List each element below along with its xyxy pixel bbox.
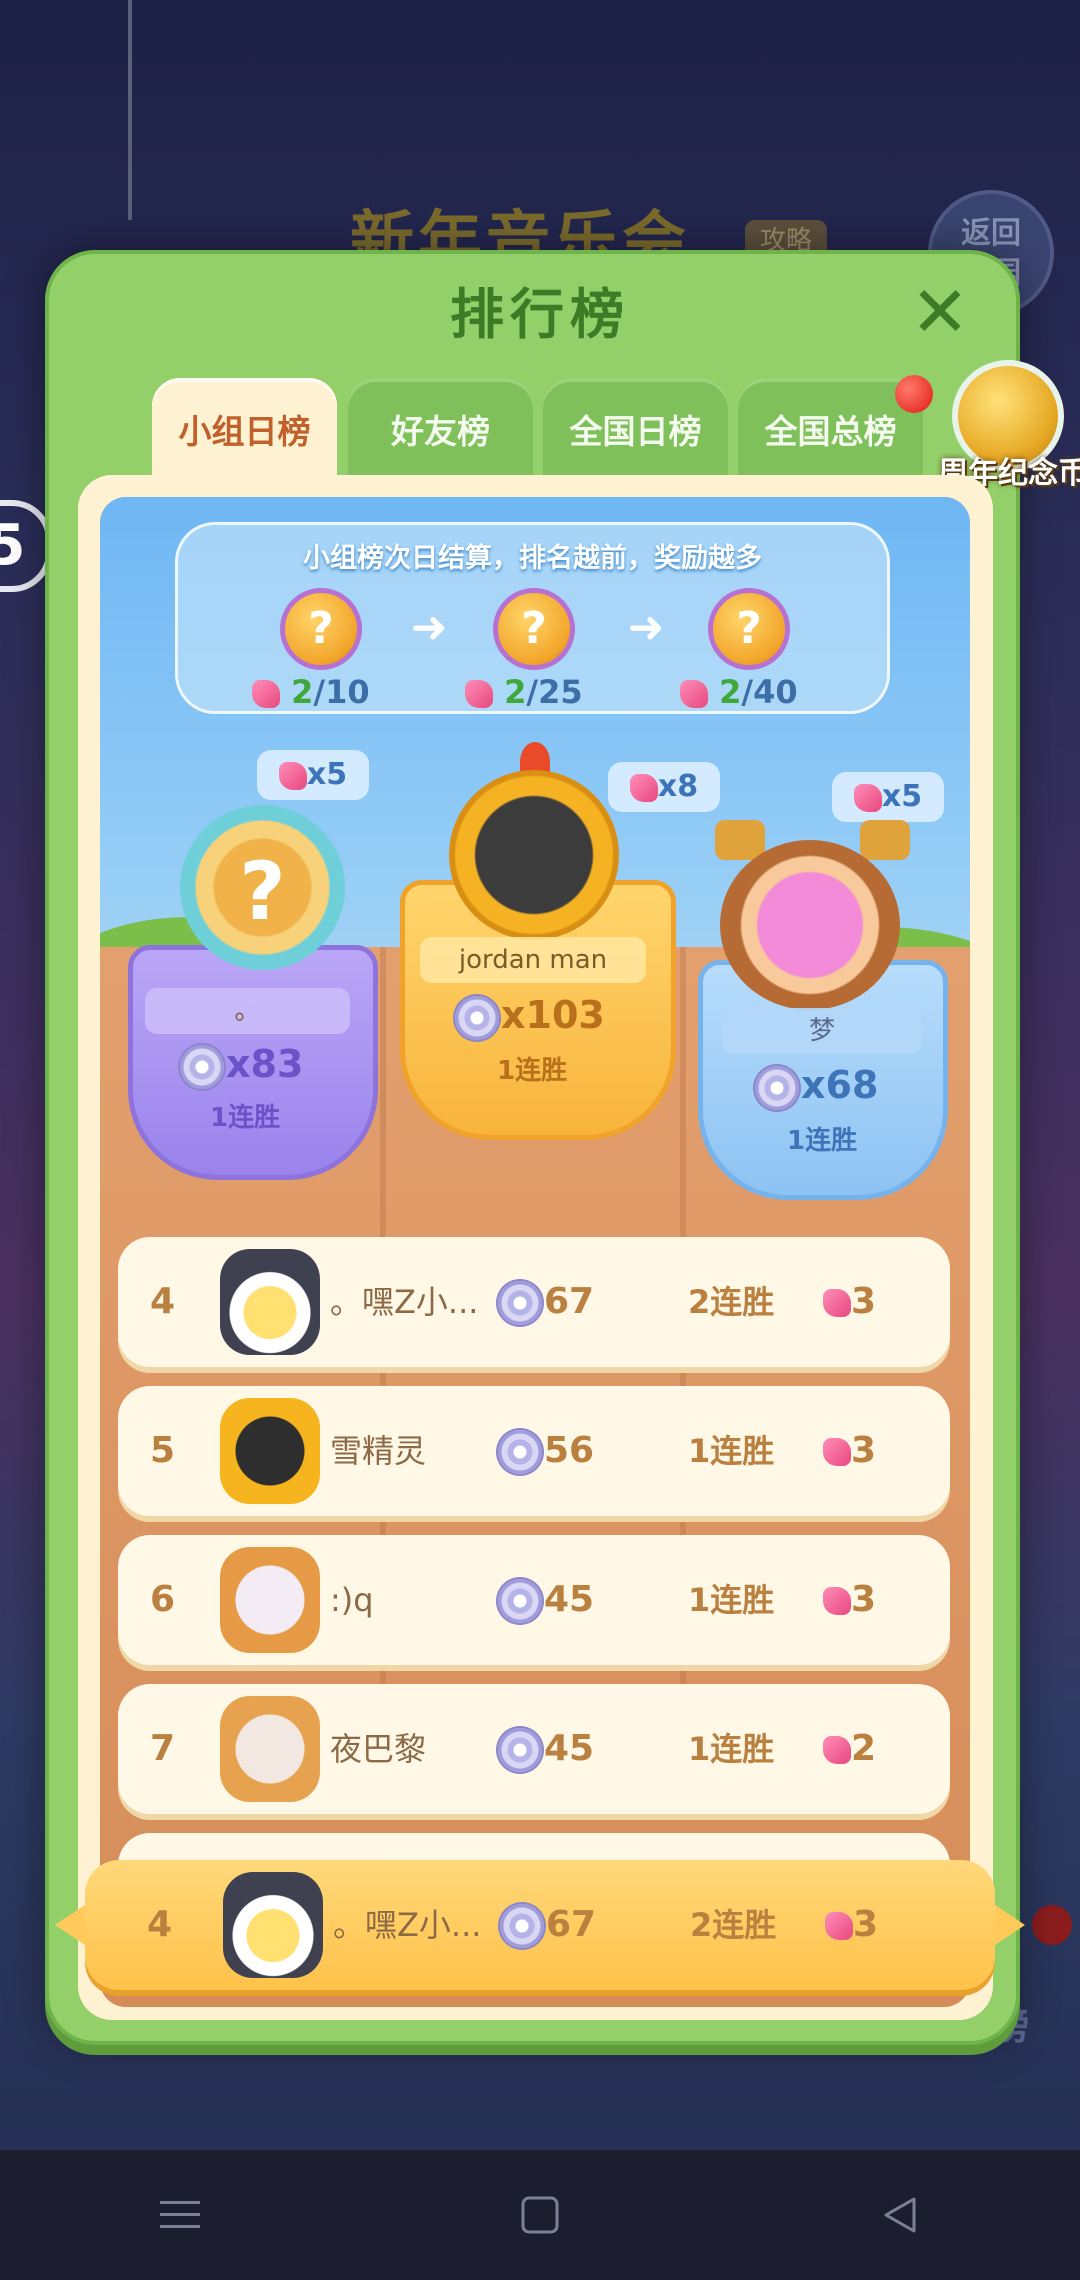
- row-streak: 1连胜: [688, 1581, 775, 1619]
- close-icon[interactable]: ✕: [908, 277, 972, 347]
- row-rank: 6: [150, 1579, 176, 1620]
- home-icon[interactable]: [500, 2175, 580, 2255]
- row-name: :)q: [330, 1581, 374, 1619]
- petal-icon: [465, 680, 493, 708]
- row-rank: 5: [150, 1430, 176, 1471]
- avatar-third[interactable]: [720, 840, 900, 1010]
- antler-decoration: [860, 820, 910, 860]
- system-nav-bar: [0, 2150, 1080, 2280]
- self-rank-row[interactable]: 4 。嘿Z小... 67 2连胜 3: [85, 1860, 995, 1990]
- disc-icon: [498, 1728, 542, 1772]
- disc-icon: [180, 1044, 224, 1089]
- disc-icon: [500, 1904, 544, 1948]
- disc-icon: [498, 1281, 542, 1325]
- self-row-tip: [995, 1905, 1025, 1945]
- row-streak: 1连胜: [688, 1730, 775, 1768]
- row-rank: 4: [147, 1904, 173, 1945]
- reward-bubble-first: x8: [608, 762, 720, 812]
- back-icon[interactable]: [860, 2175, 940, 2255]
- arrow-right-icon: ➜: [627, 602, 665, 653]
- mystery-reward-icon[interactable]: ?: [708, 588, 790, 670]
- name-first: jordan man: [420, 937, 646, 983]
- disc-icon: [755, 1065, 799, 1110]
- tab-friends[interactable]: 好友榜: [348, 378, 533, 478]
- avatar[interactable]: [220, 1398, 320, 1504]
- score-second: x83: [180, 1042, 303, 1089]
- notice-text: 小组榜次日结算，排名越前，奖励越多: [303, 543, 762, 574]
- row-streak: 1连胜: [688, 1432, 775, 1470]
- mystery-reward-icon[interactable]: ?: [493, 588, 575, 670]
- row-score: 45: [498, 1535, 594, 1665]
- antler-decoration: [715, 820, 765, 860]
- name-third: 梦: [722, 1008, 922, 1054]
- notification-dot: [1032, 1905, 1072, 1945]
- row-score: 67: [498, 1237, 594, 1367]
- reward-bubble-second: x5: [257, 750, 369, 800]
- reward-progress-3: 2/40: [680, 673, 798, 711]
- table-row[interactable]: 7 夜巴黎 45 1连胜 2: [118, 1684, 950, 1814]
- row-score: 56: [498, 1386, 594, 1516]
- table-row[interactable]: 6 :)q 45 1连胜 3: [118, 1535, 950, 1665]
- row-name: 。嘿Z小...: [330, 1283, 479, 1321]
- lamp-cord: [128, 0, 132, 220]
- petal-icon: [823, 1736, 851, 1764]
- petal-icon: [823, 1289, 851, 1317]
- table-row[interactable]: 5 雪精灵 56 1连胜 3: [118, 1386, 950, 1516]
- row-name: 雪精灵: [330, 1432, 427, 1470]
- disc-icon: [455, 995, 499, 1040]
- avatar[interactable]: [220, 1696, 320, 1802]
- row-rank: 4: [150, 1281, 176, 1322]
- mystery-reward-icon[interactable]: ?: [280, 588, 362, 670]
- row-streak: 2连胜: [688, 1283, 775, 1321]
- petal-icon: [629, 773, 658, 802]
- tab-group-daily[interactable]: 小组日榜: [152, 378, 337, 478]
- notification-dot: [895, 375, 933, 413]
- name-second: 。: [145, 988, 350, 1034]
- score-first: x103: [455, 993, 605, 1040]
- row-reward: 3: [823, 1535, 876, 1665]
- score-third: x68: [755, 1063, 878, 1110]
- petal-icon: [825, 1912, 853, 1940]
- menu-icon[interactable]: [140, 2175, 220, 2255]
- petal-icon: [680, 680, 708, 708]
- streak-second: 1连胜: [210, 1103, 281, 1133]
- streak-third: 1连胜: [787, 1126, 858, 1156]
- row-score: 45: [498, 1684, 594, 1814]
- petal-icon: [823, 1587, 851, 1615]
- row-reward: 3: [825, 1860, 878, 1990]
- reward-progress-1: 2/10: [252, 673, 370, 711]
- petal-icon: [278, 761, 307, 790]
- avatar[interactable]: [223, 1872, 323, 1978]
- arrow-right-icon: ➜: [410, 602, 448, 653]
- row-reward: 2: [823, 1684, 876, 1814]
- self-row-tip: [55, 1905, 85, 1945]
- tab-national-daily[interactable]: 全国日榜: [543, 378, 728, 478]
- disc-icon: [498, 1579, 542, 1623]
- row-reward: 3: [823, 1237, 876, 1367]
- row-rank: 7: [150, 1728, 176, 1769]
- mystery-avatar-icon: ?: [239, 845, 286, 938]
- reward-progress-2: 2/25: [465, 673, 583, 711]
- row-name: 。嘿Z小...: [333, 1906, 482, 1944]
- streak-first: 1连胜: [497, 1056, 568, 1086]
- avatar[interactable]: [220, 1547, 320, 1653]
- reward-bubble-third: x5: [832, 772, 944, 822]
- table-row[interactable]: 4 。嘿Z小... 67 2连胜 3: [118, 1237, 950, 1367]
- row-score: 67: [500, 1860, 596, 1990]
- row-name: 夜巴黎: [330, 1730, 427, 1768]
- avatar[interactable]: [220, 1249, 320, 1355]
- disc-icon: [498, 1430, 542, 1474]
- petal-icon: [853, 783, 882, 812]
- row-reward: 3: [823, 1386, 876, 1516]
- row-streak: 2连胜: [690, 1906, 777, 1944]
- petal-icon: [252, 680, 280, 708]
- avatar-first[interactable]: [449, 770, 619, 940]
- petal-icon: [823, 1438, 851, 1466]
